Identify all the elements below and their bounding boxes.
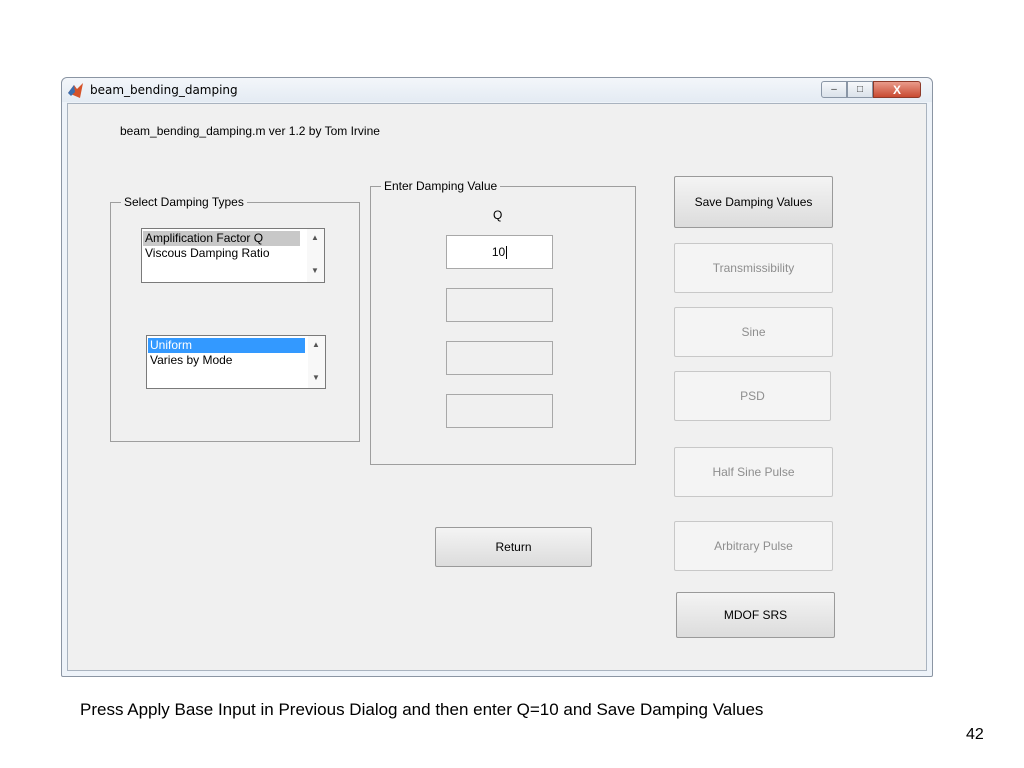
damping-type-listbox[interactable]: Amplification Factor Q Viscous Damping R… [141,228,325,283]
q-label: Q [493,208,503,222]
window-title: beam_bending_damping [90,83,238,97]
damping-input-2[interactable] [446,288,553,322]
damping-input-4[interactable] [446,394,553,428]
arbitrary-pulse-button[interactable]: Arbitrary Pulse [674,521,833,571]
dialog-body: beam_bending_damping.m ver 1.2 by Tom Ir… [67,103,927,671]
scroll-down-icon[interactable]: ▼ [312,373,320,382]
mode-listbox[interactable]: Uniform Varies by Mode ▲ ▼ [146,335,326,389]
half-sine-pulse-button[interactable]: Half Sine Pulse [674,447,833,497]
scrollbar[interactable]: ▲ ▼ [307,229,324,282]
transmissibility-button[interactable]: Transmissibility [674,243,833,293]
damping-value-group-title: Enter Damping Value [381,179,501,193]
list-item-varies-by-mode[interactable]: Varies by Mode [148,353,305,368]
scroll-up-icon[interactable]: ▲ [311,233,319,242]
scroll-down-icon[interactable]: ▼ [311,266,319,275]
save-damping-values-button[interactable]: Save Damping Values [674,176,833,228]
mdof-srs-button[interactable]: MDOF SRS [676,592,835,638]
q-value-text: 10 [491,245,506,259]
minimize-button[interactable]: – [821,81,847,98]
title-bar[interactable]: beam_bending_damping – □ X [62,78,932,102]
close-button[interactable]: X [873,81,921,98]
slide-caption: Press Apply Base Input in Previous Dialo… [80,700,764,719]
damping-input-3[interactable] [446,341,553,375]
text-caret [506,245,508,259]
scroll-up-icon[interactable]: ▲ [312,340,320,349]
damping-types-group-title: Select Damping Types [121,195,247,209]
psd-button[interactable]: PSD [674,371,831,421]
matlab-icon [68,83,83,98]
list-item-uniform[interactable]: Uniform [148,338,305,353]
page-number: 42 [966,726,984,743]
app-window: beam_bending_damping – □ X beam_bending_… [61,77,933,677]
sine-button[interactable]: Sine [674,307,833,357]
list-item-viscous-damping[interactable]: Viscous Damping Ratio [143,246,300,261]
header-label: beam_bending_damping.m ver 1.2 by Tom Ir… [120,124,380,138]
q-value-input[interactable]: 10 [446,235,553,269]
maximize-button[interactable]: □ [847,81,873,98]
scrollbar[interactable]: ▲ ▼ [308,336,325,388]
return-button[interactable]: Return [435,527,592,567]
list-item-amplification-factor[interactable]: Amplification Factor Q [143,231,300,246]
